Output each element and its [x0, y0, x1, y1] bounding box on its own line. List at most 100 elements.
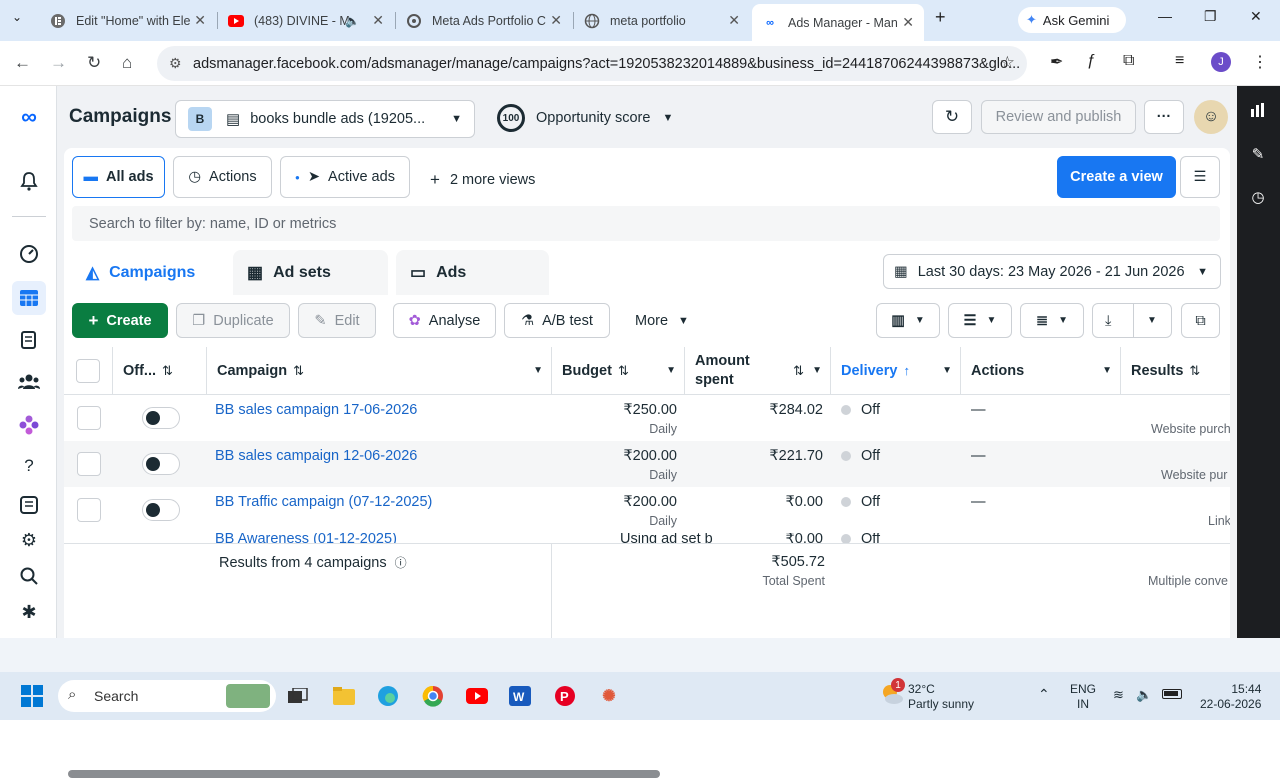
more-button[interactable]: More ▼ — [635, 313, 689, 329]
more-options-button[interactable]: ··· — [1144, 100, 1184, 134]
reports-button[interactable]: ≣ ▼ — [1020, 303, 1084, 338]
tab-search-icon[interactable]: ⌄ — [12, 10, 22, 24]
table-row[interactable]: BB sales campaign 17-06-2026 ₹250.00 Dai… — [64, 395, 1230, 441]
profile-avatar[interactable]: J — [1211, 52, 1231, 72]
task-view-icon[interactable] — [286, 684, 310, 708]
ask-gemini-button[interactable]: ✦ Ask Gemini — [1018, 7, 1126, 33]
speaker-icon[interactable]: 🔈 — [345, 14, 360, 28]
news-feed-icon[interactable] — [14, 490, 44, 520]
youtube-app-icon[interactable] — [465, 684, 489, 708]
create-button[interactable]: + Create — [72, 303, 168, 338]
active-ads-view-button[interactable]: ● ➤ Active ads — [280, 156, 410, 198]
view-settings-button[interactable]: ☰ — [1180, 156, 1220, 198]
reports-icon[interactable] — [14, 324, 44, 354]
windows-start-icon[interactable] — [20, 684, 44, 708]
review-and-publish-button[interactable]: Review and publish — [981, 100, 1136, 134]
column-header-results[interactable]: Results ⇅ — [1121, 347, 1230, 395]
search-filter-input[interactable]: Search to filter by: name, ID or metrics — [72, 206, 1220, 241]
maximize-icon[interactable]: ❐ — [1204, 8, 1217, 25]
bug-report-icon[interactable]: ✱ — [14, 597, 44, 627]
horizontal-scrollbar[interactable] — [68, 770, 660, 778]
campaign-name-link[interactable]: BB Traffic campaign (07-12-2025) — [215, 494, 432, 510]
close-icon[interactable]: ✕ — [902, 14, 914, 31]
chevron-down-icon[interactable]: ▼ — [533, 365, 543, 376]
info-icon[interactable]: ⓘ — [395, 556, 407, 570]
forward-icon[interactable]: → — [50, 53, 67, 73]
close-icon[interactable]: ✕ — [550, 12, 562, 29]
export-button[interactable]: ⤓ ▼ — [1092, 303, 1172, 338]
select-all-checkbox[interactable] — [76, 359, 100, 383]
wifi-icon[interactable]: ≋ — [1113, 687, 1124, 703]
columns-button[interactable]: ▥ ▼ — [876, 303, 940, 338]
actions-view-button[interactable]: ◷ Actions — [173, 156, 272, 198]
sparkle-app-icon[interactable]: ✺ — [597, 684, 621, 708]
date-range-picker[interactable]: ▦ Last 30 days: 23 May 2026 - 21 Jun 202… — [883, 254, 1221, 289]
meta-logo-icon[interactable]: ∞ — [14, 102, 44, 132]
column-header-delivery[interactable]: Delivery ↑ ▼ — [831, 347, 961, 395]
help-question-icon[interactable]: ? — [14, 451, 44, 481]
site-info-icon[interactable]: ⚙ — [169, 55, 182, 72]
system-clock[interactable]: 15:44 22-06-2026 — [1200, 682, 1261, 712]
user-avatar[interactable]: ☺ — [1194, 100, 1228, 134]
campaign-toggle[interactable] — [142, 499, 180, 521]
history-clock-icon[interactable]: ◷ — [1248, 187, 1268, 207]
tray-overflow-chevron-icon[interactable]: ⌃ — [1038, 686, 1050, 703]
campaign-name-link[interactable]: BB sales campaign 17-06-2026 — [215, 402, 417, 418]
edge-browser-icon[interactable] — [376, 684, 400, 708]
row-checkbox[interactable] — [77, 498, 101, 522]
campaign-toggle[interactable] — [142, 453, 180, 475]
refresh-button[interactable]: ↻ — [932, 100, 972, 134]
chevron-down-icon[interactable]: ▼ — [942, 365, 952, 376]
tab-edit-home[interactable]: Edit "Home" with Ele ✕ — [40, 6, 216, 35]
row-checkbox[interactable] — [77, 452, 101, 476]
pinterest-app-icon[interactable]: P — [553, 684, 577, 708]
close-icon[interactable]: ✕ — [194, 12, 206, 29]
back-icon[interactable]: ← — [14, 53, 31, 73]
column-header-actions[interactable]: Actions ▼ — [961, 347, 1121, 395]
tab-meta-portfolio[interactable]: meta portfolio ✕ — [574, 6, 750, 35]
minimize-icon[interactable]: — — [1158, 8, 1172, 24]
breakdown-button[interactable]: ☰ ▼ — [948, 303, 1012, 338]
chevron-down-icon[interactable]: ▼ — [1102, 365, 1112, 376]
weather-icon[interactable]: 1 — [880, 678, 905, 706]
tab-ad-sets[interactable]: ▦ Ad sets — [233, 250, 388, 295]
create-view-button[interactable]: Create a view — [1057, 156, 1176, 198]
audiences-icon[interactable] — [14, 366, 44, 396]
script-extension-icon[interactable]: ƒ — [1087, 52, 1096, 70]
pencil-icon[interactable]: ✎ — [1248, 144, 1268, 164]
campaigns-table-icon[interactable] — [12, 281, 46, 315]
battery-icon[interactable] — [1162, 689, 1182, 699]
chevron-down-icon[interactable]: ▼ — [666, 365, 676, 376]
chevron-down-icon[interactable]: ▼ — [812, 361, 822, 380]
analyse-button[interactable]: ✿ Analyse — [393, 303, 496, 338]
campaign-name-link[interactable]: BB Awareness (01-12-2025) — [215, 533, 397, 543]
table-row[interactable]: BB Awareness (01-12-2025) Using ad set b… — [64, 533, 1230, 543]
campaign-name-link[interactable]: BB sales campaign 12-06-2026 — [215, 448, 417, 464]
column-header-off-on[interactable]: Off... ⇅ — [113, 347, 207, 395]
weather-widget[interactable]: 32°C Partly sunny — [908, 682, 974, 712]
file-explorer-icon[interactable] — [332, 684, 356, 708]
all-ads-view-button[interactable]: ▬ All ads — [72, 156, 165, 198]
duplicate-button[interactable]: ❐ Duplicate — [176, 303, 290, 338]
notifications-bell-icon[interactable] — [14, 166, 44, 196]
browser-menu-icon[interactable]: ⋮ — [1252, 52, 1268, 72]
expand-chart-button[interactable]: ⧉ — [1181, 303, 1220, 338]
language-indicator[interactable]: ENG IN — [1070, 682, 1096, 712]
settings-gear-icon[interactable]: ⚙ — [14, 525, 44, 555]
meta-ai-flower-icon[interactable] — [14, 410, 44, 440]
window-close-icon[interactable]: ✕ — [1250, 8, 1262, 25]
media-queue-icon[interactable]: ≡ — [1175, 52, 1184, 70]
table-row[interactable]: BB sales campaign 12-06-2026 ₹200.00 Dai… — [64, 441, 1230, 487]
close-icon[interactable]: ✕ — [728, 12, 740, 29]
more-views-button[interactable]: + 2 more views — [430, 170, 535, 190]
campaign-toggle[interactable] — [142, 407, 180, 429]
tab-campaigns[interactable]: ◭ Campaigns — [72, 250, 225, 295]
search-icon[interactable] — [14, 561, 44, 591]
tab-youtube[interactable]: (483) DIVINE - M 🔈 ✕ — [218, 6, 394, 35]
tab-meta-ads-portfolio[interactable]: Meta Ads Portfolio C ✕ — [396, 6, 572, 35]
close-icon[interactable]: ✕ — [372, 12, 384, 29]
chrome-browser-icon[interactable] — [421, 684, 445, 708]
new-tab-icon[interactable]: + — [935, 7, 946, 28]
column-header-amount-spent[interactable]: Amount spent ⇅ ▼ — [685, 347, 831, 395]
volume-icon[interactable]: 🔈 — [1136, 687, 1152, 703]
